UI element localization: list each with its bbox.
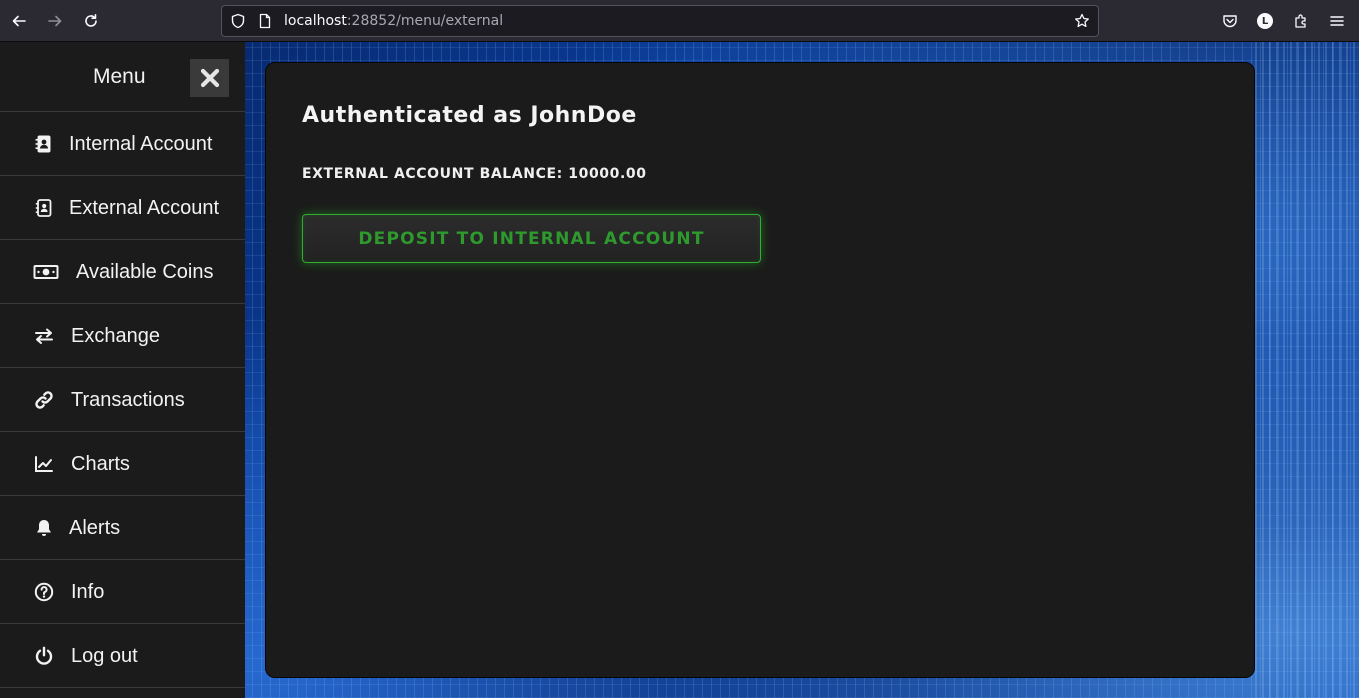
tracking-shield-icon[interactable] <box>230 13 246 29</box>
question-circle-icon <box>33 581 55 603</box>
url-text[interactable]: localhost:28852/menu/external <box>284 13 503 30</box>
sidebar-item-exchange[interactable]: Exchange <box>0 304 245 368</box>
sidebar-item-internal-account[interactable]: Internal Account <box>0 112 245 176</box>
deposit-to-internal-button[interactable]: DEPOSIT TO INTERNAL ACCOUNT <box>302 214 761 263</box>
close-menu-button[interactable] <box>190 59 229 97</box>
sidebar-item-info[interactable]: Info <box>0 560 245 624</box>
sidebar-item-label: Available Coins <box>76 260 214 283</box>
sidebar-header: Menu <box>0 42 245 112</box>
money-bill-icon <box>33 261 59 283</box>
page-title: Authenticated as JohnDoe <box>302 103 637 128</box>
deposit-button-label: DEPOSIT TO INTERNAL ACCOUNT <box>358 228 705 249</box>
sidebar-item-label: Log out <box>71 644 138 667</box>
pocket-icon[interactable] <box>1220 11 1240 31</box>
sidebar-item-label: Alerts <box>69 516 121 539</box>
sidebar-item-external-account[interactable]: External Account <box>0 176 245 240</box>
sidebar-item-available-coins[interactable]: Available Coins <box>0 240 245 304</box>
power-icon <box>33 645 55 667</box>
contact-book-icon <box>33 133 55 155</box>
url-path: :28852/menu/external <box>346 13 504 29</box>
account-initial: L <box>1257 13 1273 29</box>
contact-card-outline-icon <box>33 197 55 219</box>
bell-icon <box>33 517 55 539</box>
sidebar-item-label: Internal Account <box>69 132 213 155</box>
link-icon <box>33 389 55 411</box>
sidebar-item-charts[interactable]: Charts <box>0 432 245 496</box>
back-icon[interactable] <box>7 9 31 33</box>
menu-title: Menu <box>93 65 146 88</box>
sidebar-item-alerts[interactable]: Alerts <box>0 496 245 560</box>
external-balance-label: EXTERNAL ACCOUNT BALANCE: 10000.00 <box>302 166 647 182</box>
url-bar[interactable]: localhost:28852/menu/external <box>221 5 1099 37</box>
sidebar-item-label: Exchange <box>71 324 160 347</box>
forward-icon[interactable] <box>43 9 67 33</box>
page-icon[interactable] <box>257 13 273 29</box>
sidebar: Menu Internal Account External Account A… <box>0 42 245 698</box>
sidebar-item-label: External Account <box>69 196 220 219</box>
sidebar-item-label: Info <box>71 580 105 603</box>
sidebar-item-transactions[interactable]: Transactions <box>0 368 245 432</box>
reload-icon[interactable] <box>79 9 103 33</box>
close-icon[interactable] <box>199 67 221 89</box>
browser-toolbar: localhost:28852/menu/external L <box>0 0 1359 42</box>
exchange-arrows-icon <box>33 325 55 347</box>
url-host: localhost <box>284 13 347 29</box>
sidebar-item-label: Charts <box>71 452 130 475</box>
sidebar-item-log-out[interactable]: Log out <box>0 624 245 688</box>
hamburger-menu-icon[interactable] <box>1327 11 1347 31</box>
sidebar-item-label: Transactions <box>71 388 185 411</box>
line-chart-icon <box>33 453 55 475</box>
bookmark-star-icon[interactable] <box>1074 13 1090 29</box>
account-icon[interactable]: L <box>1255 11 1275 31</box>
external-account-card: Authenticated as JohnDoe EXTERNAL ACCOUN… <box>265 62 1255 678</box>
extensions-icon[interactable] <box>1291 11 1311 31</box>
